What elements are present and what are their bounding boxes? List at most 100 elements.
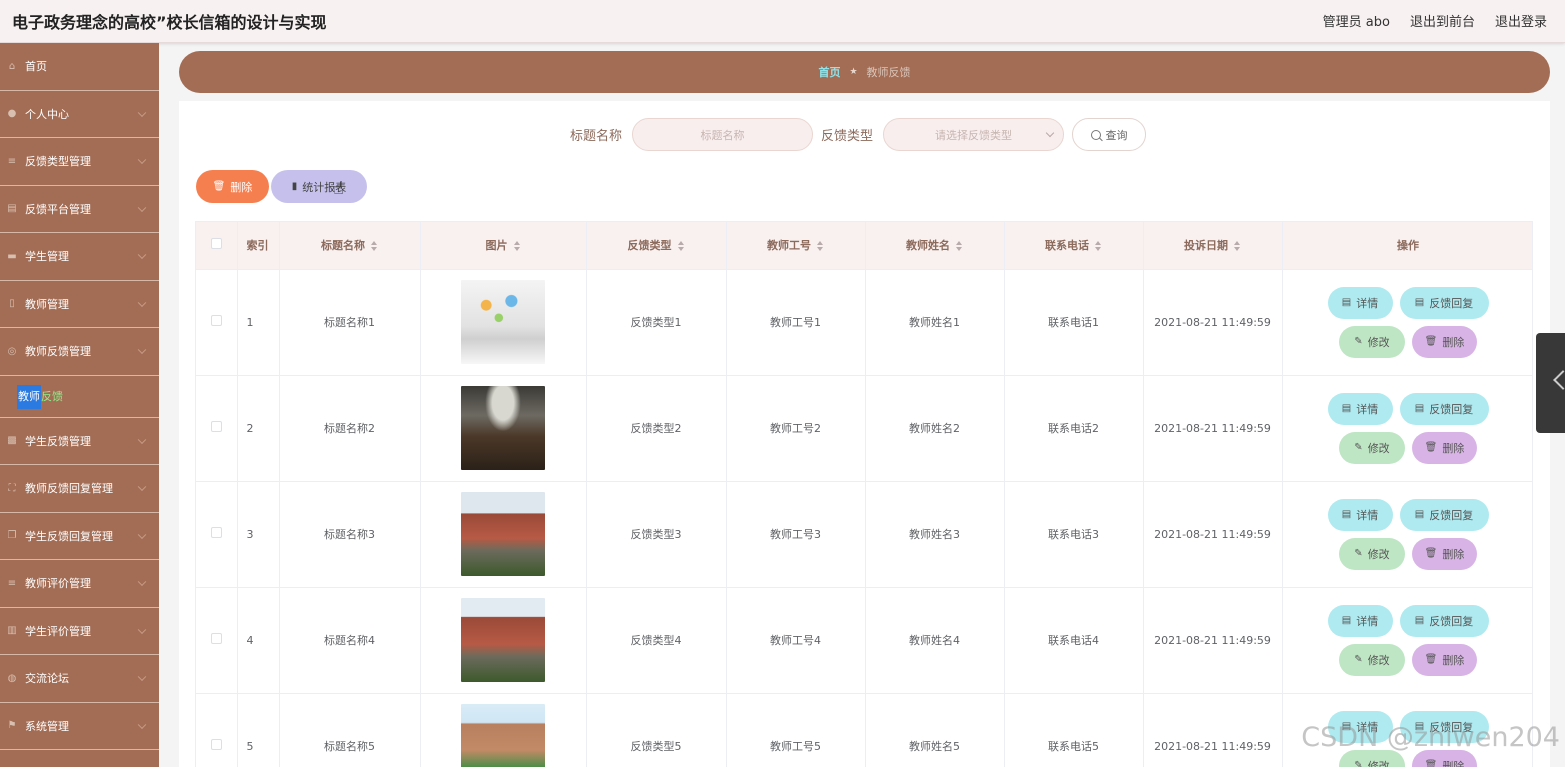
star-separator-icon: ★ [849,67,858,77]
books-image[interactable] [461,280,545,364]
type-select[interactable]: 请选择反馈类型 [883,118,1065,151]
detail-button[interactable]: ▤ 详情 [1327,286,1393,319]
sort-icon[interactable] [1234,241,1241,252]
column-header-phone[interactable]: 联系电话 [1004,222,1144,270]
row-checkbox[interactable] [210,421,222,432]
reply-button[interactable]: ▤ 反馈回复 [1399,392,1489,425]
delete-label: 删除 [1442,653,1465,667]
row-actions: ▤ 详情 ▤ 反馈回复 ✎ 修改 🗑 删除 [1283,498,1533,570]
sidebar-item-top-2[interactable]: ≡ 反馈类型管理 [0,138,159,186]
sidebar-item-top-5[interactable]: ▯ 教师管理 [0,281,159,328]
column-date-label: 投诉日期 [1184,239,1228,253]
sidebar-item-bottom-6[interactable]: ⚑ 系统管理 [0,703,159,750]
cell-teacher-no: 教师工号1 [726,269,866,376]
sidebar-item-top-4[interactable]: ▬ 学生管理 [0,233,159,281]
sort-icon[interactable] [956,241,963,252]
select-all-checkbox[interactable] [210,238,222,250]
sidebar-item-top-1[interactable]: ● 个人中心 [0,91,159,138]
table-row: 3 标题名称3 反馈类型3 教师工号3 教师姓名3 联系电话3 2021-08-21 11:… [196,481,1533,588]
column-header-title[interactable]: 标题名称 [279,222,421,270]
sidebar-item-bottom-1[interactable]: ⛶ 教师反馈回复管理 [0,465,159,513]
sidebar-item-label: 教师反馈回复管理 [25,482,113,496]
sort-icon[interactable] [371,241,378,252]
list-icon: ≡ [7,577,17,589]
chevron-down-icon [137,298,147,307]
cell-title: 标题名称1 [279,269,421,376]
campus-building-image[interactable] [461,492,545,576]
to-front-link[interactable]: 退出到前台 [1410,11,1475,30]
reply-button[interactable]: ▤ 反馈回复 [1399,498,1489,531]
chevron-down-icon [137,530,147,539]
sidebar-item-label: 教师反馈管理 [25,345,91,359]
sidebar-item-label: 首页 [25,60,47,74]
column-header-type[interactable]: 反馈类型 [586,222,727,270]
document-icon: ▤ [1414,509,1425,520]
cell-teacher-name: 教师姓名3 [865,481,1005,588]
cell-teacher-no: 教师工号3 [726,481,866,588]
row-checkbox[interactable] [210,527,222,538]
cell-teacher-no: 教师工号4 [726,587,866,694]
sidebar-item-top-6[interactable]: ◎ 教师反馈管理 [0,328,159,376]
detail-label: 详情 [1356,296,1379,310]
delete-button[interactable]: 🗑 删除 [1412,325,1477,358]
meeting-room-image[interactable] [461,386,545,470]
campus-garden-image[interactable] [461,704,545,767]
edit-button[interactable]: ✎ 修改 [1339,537,1405,570]
sidebar-item-bottom-3[interactable]: ≡ 教师评价管理 [0,560,159,608]
column-header-teacher-no[interactable]: 教师工号 [726,222,866,270]
sidebar-item-bottom-4[interactable]: ▥ 学生评价管理 [0,608,159,655]
title-search-input[interactable]: 标题名称 [632,118,814,151]
cell-phone: 联系电话2 [1004,375,1144,482]
sort-icon[interactable] [513,241,521,252]
column-header-date[interactable]: 投诉日期 [1143,222,1283,270]
campus-building-image[interactable] [461,598,545,682]
app-title: 电子政务理念的高校”校长信箱的设计与实现 [12,13,327,32]
row-checkbox[interactable] [210,739,222,750]
sort-icon[interactable] [817,241,824,252]
reply-button[interactable]: ▤ 反馈回复 [1399,604,1489,637]
document-icon: ▤ [1341,297,1352,308]
cell-title: 标题名称5 [279,693,421,767]
trash-icon: 🗑 [1424,548,1438,559]
row-checkbox[interactable] [210,315,222,326]
detail-button[interactable]: ▤ 详情 [1327,604,1393,637]
breadcrumb-home[interactable]: 首页 [818,64,840,80]
detail-button[interactable]: ▤ 详情 [1327,392,1393,425]
query-button[interactable]: 查询 [1072,118,1147,151]
title-search-label: 标题名称 [570,129,623,144]
sidebar-item-top-0[interactable]: ⌂ 首页 [0,43,159,91]
row-checkbox[interactable] [210,633,222,644]
cell-date: 2021-08-21 11:49:59 [1143,375,1283,482]
delete-button[interactable]: 🗑 删除 [1412,431,1477,464]
batch-delete-button[interactable]: 🗑 删除 [196,170,269,203]
search-bar: 标题名称 标题名称 反馈类型 请选择反馈类型 查询 [570,118,1147,151]
edit-button[interactable]: ✎ 修改 [1339,325,1405,358]
pencil-icon: ✎ [1354,654,1363,665]
edit-button[interactable]: ✎ 修改 [1339,431,1405,464]
reply-button[interactable]: ▤ 反馈回复 [1399,286,1489,319]
cell-phone: 联系电话4 [1004,587,1144,694]
stats-report-button[interactable]: ▮ 统计报表 [271,170,367,203]
document-icon: ▤ [1341,615,1352,626]
top-header: 电子政务理念的高校”校长信箱的设计与实现 管理员 abo 退出到前台 退出登录 [0,0,1565,43]
edit-button[interactable]: ✎ 修改 [1339,643,1405,676]
delete-button[interactable]: 🗑 删除 [1412,537,1477,570]
sidebar-item-label: 教师管理 [25,297,69,311]
cell-image [420,375,587,482]
logout-link[interactable]: 退出登录 [1495,11,1547,30]
column-header-teacher-name[interactable]: 教师姓名 [865,222,1005,270]
sort-icon[interactable] [677,241,685,252]
delete-button[interactable]: 🗑 删除 [1412,643,1477,676]
sidebar-item-bottom-5[interactable]: ◍ 交流论坛 [0,655,159,703]
collapse-side-tab[interactable] [1536,333,1565,433]
sidebar-item-label: 交流论坛 [25,672,69,686]
sidebar-item-bottom-0[interactable]: ▩ 学生反馈管理 [0,418,159,465]
sidebar-item-top-3[interactable]: ▤ 反馈平台管理 [0,186,159,233]
sort-icon[interactable] [1095,241,1102,252]
column-header-image[interactable]: 图片 [420,222,587,270]
cell-type: 反馈类型4 [586,587,727,694]
detail-button[interactable]: ▤ 详情 [1327,498,1393,531]
sidebar-subitem-teacher-feedback[interactable]: 教师反馈 [17,384,63,409]
sidebar-item-bottom-2[interactable]: ❐ 学生反馈回复管理 [0,513,159,560]
sidebar-item-label: 学生评价管理 [25,624,91,638]
